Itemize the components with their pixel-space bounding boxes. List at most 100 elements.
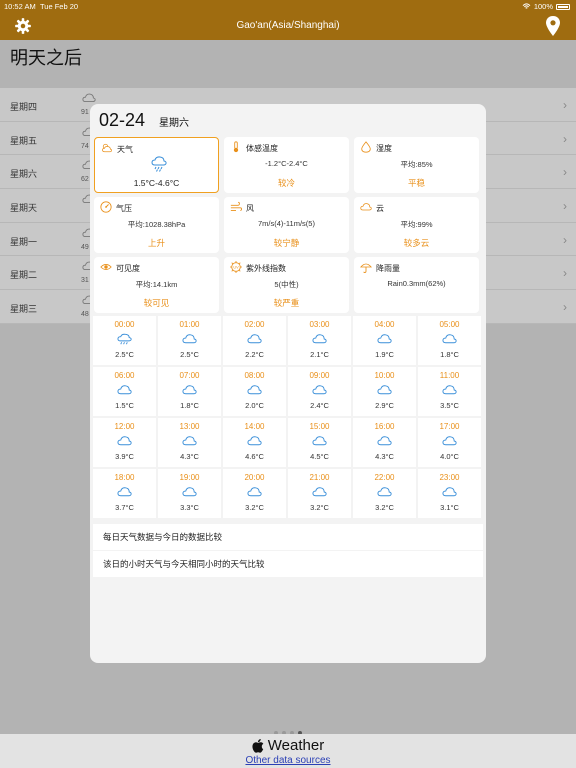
card-value: -1.2°C-2.4°C (265, 159, 308, 168)
hourly-cell[interactable]: 10:00 2.9°C (353, 367, 416, 416)
hourly-temp: 3.9°C (115, 452, 134, 461)
hourly-cell[interactable]: 22:00 3.2°C (353, 469, 416, 518)
forecast-day: 星期六 (10, 169, 38, 180)
hourly-temp: 2.1°C (310, 350, 329, 359)
card-label: 紫外线指数 (246, 264, 286, 273)
hourly-cell[interactable]: 17:00 4.0°C (418, 418, 481, 467)
footer: Weather Other data sources (0, 734, 576, 768)
cloud-icon (247, 334, 262, 344)
hourly-cell[interactable]: 06:00 1.5°C (93, 367, 156, 416)
hourly-cell[interactable]: 02:00 2.2°C (223, 316, 286, 365)
hourly-temp: 3.2°C (245, 503, 264, 512)
hourly-time: 23:00 (439, 473, 460, 482)
card-pressure[interactable]: 气压 平均:1028.38hPa 上升 (94, 197, 219, 253)
hourly-time: 08:00 (244, 371, 265, 380)
hourly-time: 15:00 (309, 422, 330, 431)
forecast-day: 星期二 (10, 270, 38, 281)
hourly-temp: 3.2°C (310, 503, 329, 512)
chevron-right-icon: › (563, 199, 567, 214)
hourly-time: 11:00 (439, 371, 460, 380)
cloud-icon (82, 93, 96, 102)
hourly-cell[interactable]: 05:00 1.8°C (418, 316, 481, 365)
detail-date: 02-24 (99, 110, 146, 130)
hourly-cell[interactable]: 16:00 4.3°C (353, 418, 416, 467)
hourly-temp: 2.2°C (245, 350, 264, 359)
chevron-right-icon: › (563, 232, 567, 247)
chevron-right-icon: › (563, 300, 567, 315)
hourly-cell[interactable]: 21:00 3.2°C (288, 469, 351, 518)
hourly-time: 04:00 (374, 320, 395, 329)
hourly-cell[interactable]: 15:00 4.5°C (288, 418, 351, 467)
forecast-day: 星期一 (10, 236, 38, 247)
battery-percent: 100% (533, 2, 553, 11)
hourly-cell[interactable]: 00:00 2.5°C (93, 316, 156, 365)
status-bar: 10:52 AM Tue Feb 20 100% (0, 0, 576, 12)
card-humidity[interactable]: 湿度 平均:85% 平稳 (354, 137, 479, 193)
hourly-time: 03:00 (309, 320, 330, 329)
hourly-cell[interactable]: 08:00 2.0°C (223, 367, 286, 416)
card-desc: 较冷 (277, 178, 295, 188)
card-rainfall[interactable]: 降雨量 Rain0.3mm(62%) (354, 257, 479, 313)
hourly-cell[interactable]: 23:00 3.1°C (418, 469, 481, 518)
card-feels-like[interactable]: 体感温度 -1.2°C-2.4°C 较冷 (224, 137, 349, 193)
hourly-cell[interactable]: 11:00 3.5°C (418, 367, 481, 416)
cloud-icon (312, 385, 327, 395)
hourly-time: 07:00 (179, 371, 200, 380)
hourly-temp: 4.3°C (375, 452, 394, 461)
card-weather[interactable]: 天气 1.5°C-4.6°C (94, 137, 219, 193)
umbrella-icon (360, 263, 372, 273)
cloud-icon (377, 487, 392, 497)
hourly-temp: 3.1°C (440, 503, 459, 512)
hourly-cell[interactable]: 19:00 3.3°C (158, 469, 221, 518)
hourly-cell[interactable]: 04:00 1.9°C (353, 316, 416, 365)
hourly-cell[interactable]: 18:00 3.7°C (93, 469, 156, 518)
hourly-cell[interactable]: 14:00 4.6°C (223, 418, 286, 467)
card-label: 云 (376, 204, 384, 213)
cloud-icon (442, 385, 457, 395)
card-label: 气压 (116, 204, 132, 213)
hourly-cell[interactable]: 03:00 2.1°C (288, 316, 351, 365)
compare-hourly-row[interactable]: 该日的小时天气与今天相同小时的天气比较 (93, 551, 483, 577)
hourly-cell[interactable]: 07:00 1.8°C (158, 367, 221, 416)
hourly-time: 13:00 (179, 422, 200, 431)
card-label: 降雨量 (376, 264, 400, 273)
partly-cloudy-icon (102, 143, 112, 153)
compare-daily-row[interactable]: 每日天气数据与今日的数据比较 (93, 524, 483, 550)
forecast-value: 48 (81, 311, 89, 319)
card-value: 1.5°C-4.6°C (133, 178, 180, 188)
card-wind[interactable]: 风 7m/s(4)-11m/s(5) 较宁静 (224, 197, 349, 253)
hourly-temp: 3.2°C (375, 503, 394, 512)
card-desc: 平稳 (407, 178, 425, 188)
page-title: 明天之后 (10, 48, 82, 68)
hourly-cell[interactable]: 12:00 3.9°C (93, 418, 156, 467)
nav-title: Gao'an(Asia/Shanghai) (236, 20, 340, 31)
card-visibility[interactable]: 可见度 平均:14.1km 较可见 (94, 257, 219, 313)
card-cloud[interactable]: 云 平均:99% 较多云 (354, 197, 479, 253)
other-data-sources-link[interactable]: Other data sources (0, 755, 576, 766)
card-uv-index[interactable]: UV 紫外线指数 5(中性) 较严重 (224, 257, 349, 313)
cloud-icon (182, 487, 197, 497)
card-value: 平均:14.1km (135, 280, 178, 289)
hourly-temp: 2.9°C (375, 401, 394, 410)
hourly-temp: 4.6°C (245, 452, 264, 461)
hourly-cell[interactable]: 20:00 3.2°C (223, 469, 286, 518)
hourly-cell[interactable]: 09:00 2.4°C (288, 367, 351, 416)
cloud-icon (360, 203, 372, 211)
wind-icon (230, 201, 242, 211)
location-pin-icon[interactable] (546, 16, 560, 36)
hourly-temp: 3.3°C (180, 503, 199, 512)
card-label: 体感温度 (246, 144, 278, 153)
hourly-cell[interactable]: 01:00 2.5°C (158, 316, 221, 365)
cloud-icon (442, 334, 457, 344)
hourly-time: 12:00 (114, 422, 135, 431)
hourly-cell[interactable]: 13:00 4.3°C (158, 418, 221, 467)
cloud-icon (442, 487, 457, 497)
nav-bar: Gao'an(Asia/Shanghai) (0, 12, 576, 40)
hourly-temp: 4.3°C (180, 452, 199, 461)
card-desc: 较严重 (273, 298, 300, 308)
hourly-temp: 1.5°C (115, 401, 134, 410)
chevron-right-icon: › (563, 165, 567, 180)
cloud-icon (117, 487, 132, 497)
brand-label: Weather (267, 737, 325, 754)
card-desc: 较可见 (143, 298, 170, 308)
